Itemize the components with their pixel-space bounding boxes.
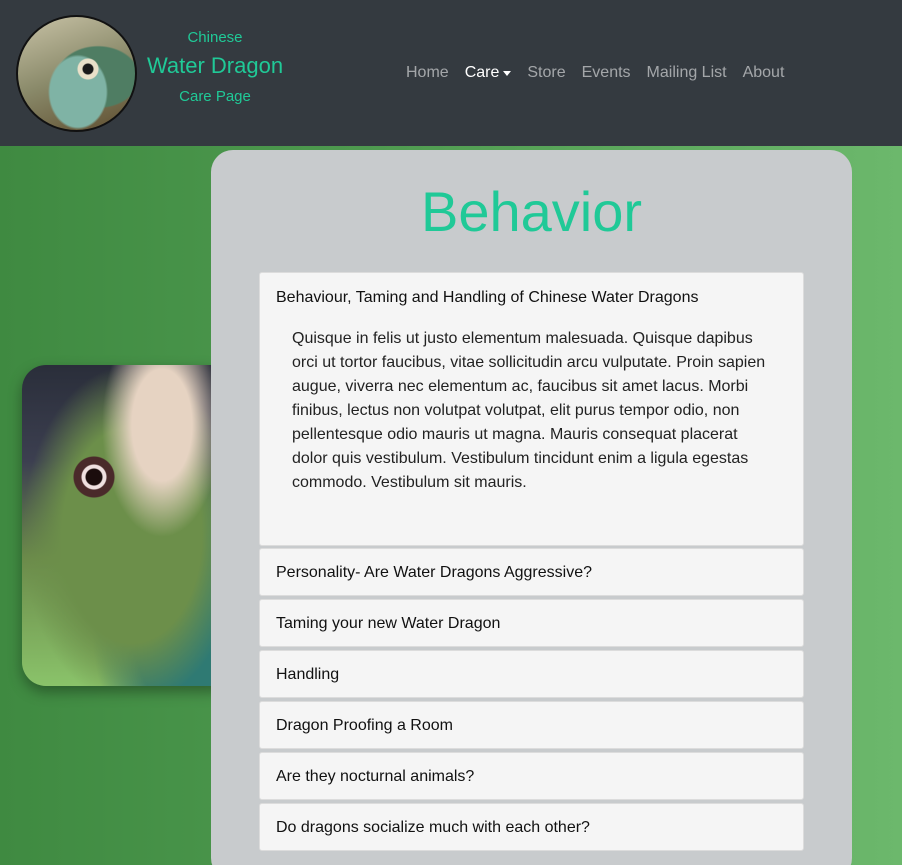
accordion-item: Are they nocturnal animals?	[259, 752, 804, 800]
nav-about[interactable]: About	[735, 62, 793, 84]
accordion-header[interactable]: Dragon Proofing a Room	[260, 702, 803, 750]
nav-mailing-list[interactable]: Mailing List	[639, 62, 735, 84]
water-dragon-logo[interactable]	[16, 15, 137, 132]
accordion-header[interactable]: Handling	[260, 651, 803, 699]
accordion-item: Handling	[259, 650, 804, 698]
brand-line-3: Care Page	[179, 88, 251, 105]
caret-down-icon	[503, 70, 512, 76]
brand-title[interactable]: Chinese Water Dragon Care Page	[140, 28, 290, 107]
water-dragon-photo	[22, 365, 236, 686]
accordion-item: Dragon Proofing a Room	[259, 701, 804, 749]
accordion-item-open: Behaviour, Taming and Handling of Chines…	[259, 272, 804, 546]
accordion-header[interactable]: Do dragons socialize much with each othe…	[260, 804, 803, 852]
nav-care-dropdown[interactable]: Care	[457, 62, 520, 84]
accordion-item: Taming your new Water Dragon	[259, 599, 804, 647]
accordion-item: Do dragons socialize much with each othe…	[259, 803, 804, 851]
main-nav: Home Care Store Events Mailing List Abou…	[398, 62, 792, 84]
nav-care-label: Care	[464, 64, 500, 81]
brand-line-1: Chinese	[187, 29, 243, 46]
accordion-item: Personality- Are Water Dragons Aggressiv…	[259, 548, 804, 596]
accordion-header[interactable]: Are they nocturnal animals?	[260, 753, 803, 801]
accordion-header[interactable]: Personality- Are Water Dragons Aggressiv…	[260, 549, 803, 597]
brand-line-2: Water Dragon	[146, 53, 284, 78]
nav-events[interactable]: Events	[574, 62, 639, 84]
accordion-header[interactable]: Taming your new Water Dragon	[260, 600, 803, 648]
nav-store[interactable]: Store	[519, 62, 573, 84]
navbar: Chinese Water Dragon Care Page Home Care…	[0, 0, 902, 146]
accordion-header[interactable]: Behaviour, Taming and Handling of Chines…	[260, 273, 803, 323]
accordion-body: Quisque in felis ut justo elementum male…	[292, 330, 766, 491]
page-title: Behavior	[420, 180, 643, 243]
nav-home[interactable]: Home	[398, 62, 457, 84]
